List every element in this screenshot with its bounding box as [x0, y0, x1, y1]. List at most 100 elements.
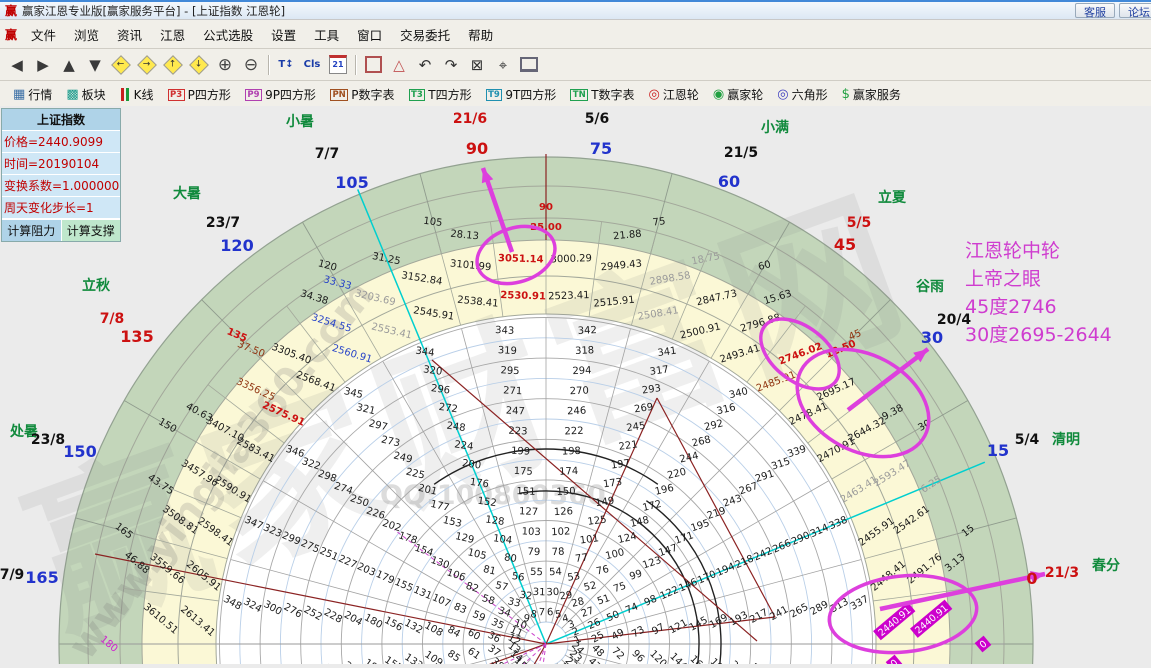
svg-text:3051.14: 3051.14	[498, 253, 544, 265]
svg-text:102: 102	[551, 526, 571, 538]
quotes-label: 行情	[28, 86, 52, 103]
9p-square-label: 9P四方形	[265, 86, 316, 103]
svg-text:295: 295	[500, 365, 520, 377]
pan-left-icon[interactable]: ←	[109, 53, 133, 77]
toolbar-item-9t-square[interactable]: T99T四方形	[486, 86, 557, 103]
toolbar-item-t-square[interactable]: T3T四方形	[409, 86, 472, 103]
index-info-panel: 上证指数 价格=2440.9099 时间=20190104 变换系数=1.000…	[1, 108, 121, 242]
toolbar-item-p-square[interactable]: P3P四方形	[168, 86, 231, 103]
square-tool-icon[interactable]	[361, 53, 385, 77]
calc-support-button[interactable]: 计算支撑	[62, 219, 121, 241]
wheel-outer-label: 30	[921, 328, 943, 347]
hexagon-label: 六角形	[792, 86, 828, 103]
9p-square-icon: P9	[245, 89, 262, 101]
menu-item-交易委托[interactable]: 交易委托	[391, 22, 459, 47]
menu-item-帮助[interactable]: 帮助	[459, 22, 502, 47]
pan-down-icon[interactable]: ↓	[187, 53, 211, 77]
up-icon[interactable]: ▲	[57, 53, 81, 77]
wheel-outer-label: 60	[718, 172, 740, 191]
menu-item-窗口[interactable]: 窗口	[348, 22, 391, 47]
wheel-outer-label: 75	[590, 139, 612, 158]
quotes-icon: ▦	[13, 88, 25, 101]
triangle-tool-icon[interactable]: △	[387, 53, 411, 77]
toolbar-item-hexagon[interactable]: ◎六角形	[777, 86, 827, 103]
menu-item-江恩[interactable]: 江恩	[151, 22, 194, 47]
wheel-annotation: 江恩轮中轮 上帝之眼 45度2746 30度2695-2644	[965, 237, 1112, 349]
wheel-outer-label: 立夏	[878, 189, 907, 206]
cls-button[interactable]: Cls	[300, 53, 324, 77]
menu-item-资讯[interactable]: 资讯	[108, 22, 151, 47]
winner-wheel-label: 赢家轮	[727, 86, 763, 103]
wheel-outer-label: 5/5	[847, 215, 872, 231]
titlebar-buttons: 客服论坛	[1073, 2, 1151, 19]
wheel-outer-label: 7/9	[0, 567, 24, 583]
rotate-cw-icon[interactable]: ↷	[439, 53, 463, 77]
calendar-icon[interactable]: 21	[326, 53, 350, 77]
zoom-out-icon[interactable]: ⊖	[239, 53, 263, 77]
svg-text:175: 175	[513, 466, 533, 478]
svg-text:246: 246	[567, 406, 587, 418]
menu-logo-icon: 赢	[5, 26, 17, 43]
svg-text:75: 75	[652, 216, 666, 229]
main-toolbar: ◀▶▲▼←→↑↓⊕⊖ T↕Cls21 △↶↷⊠⌖	[0, 49, 1151, 81]
toolbar-item-gann-wheel[interactable]: ◎江恩轮	[649, 86, 699, 103]
winner-wheel-icon: ◉	[713, 88, 724, 101]
pan-right-icon[interactable]: →	[135, 53, 159, 77]
svg-text:150: 150	[556, 486, 576, 498]
winner-service-icon: $	[842, 88, 850, 101]
menu-item-设置[interactable]: 设置	[262, 22, 305, 47]
wheel-outer-label: 小暑	[286, 114, 314, 130]
scale-icon[interactable]: T↕	[274, 53, 298, 77]
annotation-line: 45度2746	[965, 293, 1112, 321]
pan-up-icon[interactable]: ↑	[161, 53, 185, 77]
toolbar-item-t-table[interactable]: TNT数字表	[570, 86, 634, 103]
zoom-in-icon[interactable]: ⊕	[213, 53, 237, 77]
calc-resistance-button[interactable]: 计算阻力	[2, 219, 62, 241]
back-icon[interactable]: ◀	[5, 53, 29, 77]
toolbar-item-winner-wheel[interactable]: ◉赢家轮	[713, 86, 763, 103]
annotation-line: 上帝之眼	[965, 265, 1112, 293]
titlebar-button-客服[interactable]: 客服	[1075, 3, 1115, 18]
svg-text:270: 270	[570, 385, 590, 397]
index-name: 上证指数	[2, 109, 120, 131]
svg-text:127: 127	[519, 506, 539, 518]
wheel-outer-label: 23/8	[31, 432, 65, 448]
p-table-label: P数字表	[351, 86, 394, 103]
menu-item-公式选股[interactable]: 公式选股	[194, 22, 262, 47]
rotate-ccw-icon[interactable]: ↶	[413, 53, 437, 77]
svg-text:56: 56	[511, 571, 525, 584]
svg-text:90: 90	[539, 202, 553, 213]
wheel-outer-label: 5/6	[585, 111, 610, 127]
maximize-icon[interactable]: ⊠	[465, 53, 489, 77]
toolbar-item-sectors[interactable]: ▩板块	[66, 86, 105, 103]
wheel-outer-label: 21/5	[724, 145, 758, 161]
toolbar-item-9p-square[interactable]: P99P四方形	[245, 86, 316, 103]
wheel-outer-label: 春分	[1091, 557, 1120, 574]
down-icon[interactable]: ▼	[83, 53, 107, 77]
forward-icon[interactable]: ▶	[31, 53, 55, 77]
svg-text:2523.41: 2523.41	[548, 290, 590, 302]
menu-item-工具[interactable]: 工具	[305, 22, 348, 47]
svg-text:151: 151	[516, 486, 536, 498]
feature-toolbar: ▦行情 ▩板块 K线 P3P四方形 P99P四方形 PNP数字表 T3T四方形 T99T四方形…	[0, 81, 1151, 109]
gann-wheel-area[interactable]: 赢家财富网www.yingjia360.comQQ:10080036012345…	[0, 106, 1151, 664]
9t-square-label: 9T四方形	[505, 86, 556, 103]
toolbar-item-p-table[interactable]: PNP数字表	[330, 86, 395, 103]
screen-icon[interactable]	[517, 53, 541, 77]
svg-text:103: 103	[521, 526, 541, 538]
menu-item-文件[interactable]: 文件	[22, 22, 65, 47]
menu-item-浏览[interactable]: 浏览	[65, 22, 108, 47]
center-icon[interactable]: ⌖	[491, 53, 515, 77]
price-row: 价格=2440.9099	[2, 131, 120, 153]
title-bar[interactable]: 赢 赢家江恩专业版[赢家服务平台] - [上证指数 江恩轮] 客服论坛	[0, 2, 1151, 20]
gann-wheel-chart[interactable]: 赢家财富网www.yingjia360.comQQ:10080036012345…	[0, 106, 1151, 664]
wheel-outer-label: 大暑	[173, 185, 201, 202]
svg-text:174: 174	[559, 466, 579, 478]
svg-text:126: 126	[554, 506, 574, 518]
titlebar-button-论坛[interactable]: 论坛	[1119, 3, 1151, 18]
svg-text:222: 222	[564, 426, 584, 438]
toolbar-item-kline[interactable]: K线	[120, 86, 154, 103]
toolbar-item-winner-service[interactable]: $赢家服务	[842, 86, 901, 103]
svg-text:79: 79	[527, 547, 540, 559]
toolbar-item-quotes[interactable]: ▦行情	[13, 86, 52, 103]
